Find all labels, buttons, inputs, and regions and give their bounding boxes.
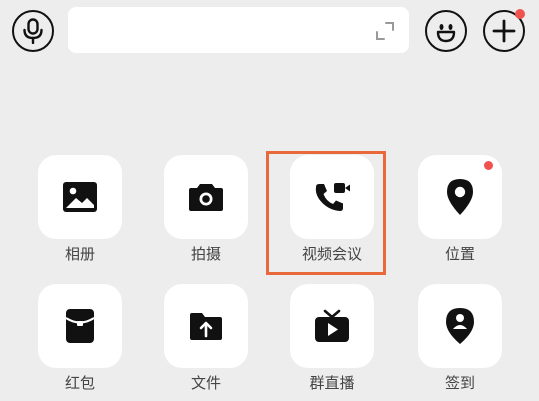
smiley-icon bbox=[436, 24, 456, 43]
expand-icon[interactable] bbox=[375, 21, 395, 41]
video-meeting-label: 视频会议 bbox=[301, 245, 362, 263]
voice-input-button[interactable] bbox=[12, 10, 54, 52]
chat-input-bar bbox=[0, 0, 539, 64]
check-in-button[interactable] bbox=[418, 284, 502, 368]
file-upload-icon bbox=[190, 313, 222, 340]
check-in-label: 签到 bbox=[444, 374, 475, 392]
group-live-button[interactable] bbox=[290, 284, 374, 368]
camera-icon bbox=[189, 184, 223, 211]
emoji-button[interactable] bbox=[425, 10, 467, 52]
camera-button[interactable] bbox=[164, 155, 248, 239]
group-live-label: 群直播 bbox=[309, 374, 355, 392]
red-packet-icon bbox=[65, 309, 95, 343]
location-badge bbox=[484, 161, 493, 170]
image-icon bbox=[63, 182, 97, 212]
album-button[interactable] bbox=[38, 155, 122, 239]
location-label: 位置 bbox=[444, 245, 475, 263]
message-input[interactable] bbox=[68, 7, 409, 53]
file-label: 文件 bbox=[190, 374, 221, 392]
plus-icon bbox=[492, 19, 516, 43]
check-in-icon bbox=[446, 308, 474, 344]
video-call-icon bbox=[315, 183, 350, 211]
camera-label: 拍摄 bbox=[190, 245, 221, 263]
album-label: 相册 bbox=[64, 245, 95, 263]
microphone-icon bbox=[23, 18, 43, 44]
video-meeting-button[interactable] bbox=[290, 155, 374, 239]
file-button[interactable] bbox=[164, 284, 248, 368]
live-tv-icon bbox=[315, 309, 349, 342]
notification-badge bbox=[515, 9, 525, 19]
red-packet-button[interactable] bbox=[38, 284, 122, 368]
location-pin-icon bbox=[447, 179, 473, 215]
red-packet-label: 红包 bbox=[64, 374, 95, 392]
